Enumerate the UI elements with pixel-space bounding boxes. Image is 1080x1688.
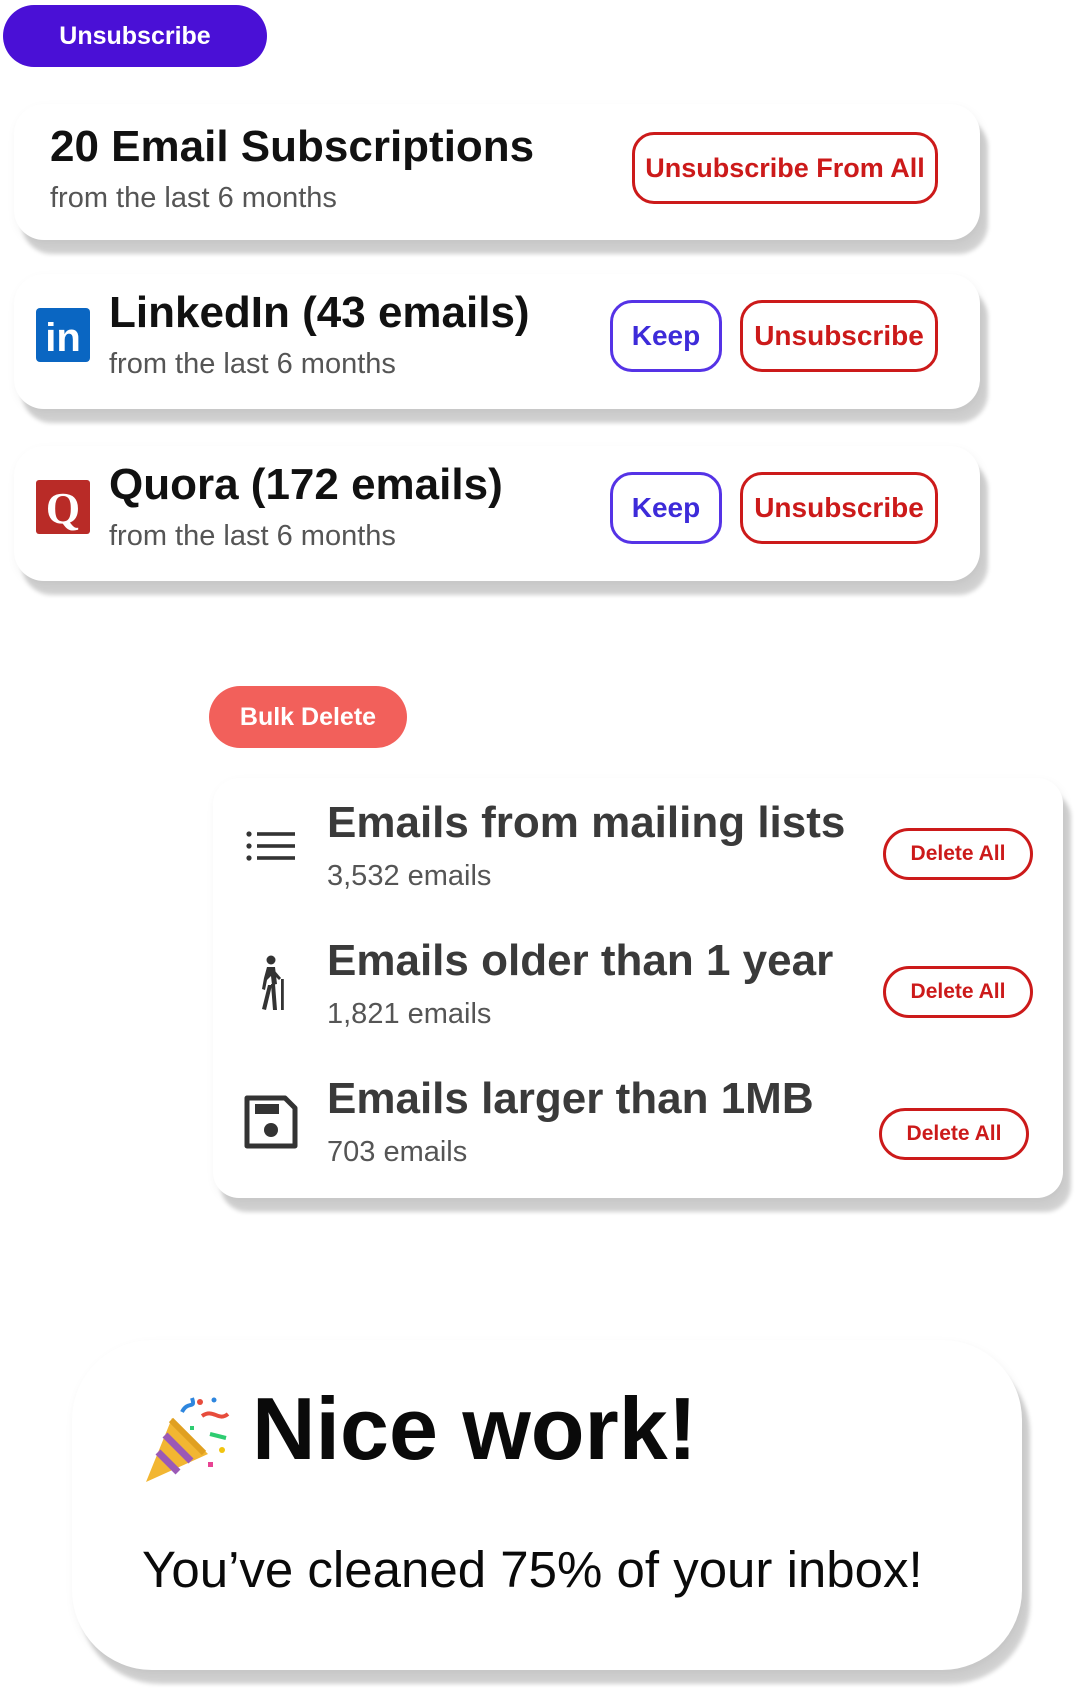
completion-message: You’ve cleaned 75% of your inbox! [142, 1541, 923, 1598]
sender-period-subtitle: from the last 6 months [109, 520, 396, 552]
sender-card-quora: Q Quora (172 emails) from the last 6 mon… [14, 446, 980, 581]
bulk-row-count: 1,821 emails [327, 998, 492, 1030]
bulk-row-title: Emails from mailing lists [327, 798, 846, 847]
bulk-row-count: 703 emails [327, 1136, 468, 1168]
elderly-person-icon [262, 955, 284, 1010]
delete-all-button[interactable]: Delete All [879, 1108, 1029, 1160]
bulk-delete-card: Emails from mailing lists 3,532 emails D… [213, 778, 1063, 1198]
bulk-row-mailing-lists: Emails from mailing lists 3,532 emails D… [213, 786, 1063, 916]
quora-logo-text: Q [46, 484, 80, 533]
bulk-row-title: Emails older than 1 year [327, 936, 834, 985]
unsubscribe-button[interactable]: Unsubscribe [740, 472, 938, 544]
save-icon [244, 1095, 298, 1149]
bulk-delete-section-pill: Bulk Delete [209, 686, 407, 748]
bulk-row-title: Emails larger than 1MB [327, 1074, 814, 1123]
bulk-row-larger-than-1mb: Emails larger than 1MB 703 emails Delete… [213, 1062, 1063, 1192]
delete-all-button[interactable]: Delete All [883, 966, 1033, 1018]
bulk-row-older-than-year: Emails older than 1 year 1,821 emails De… [213, 924, 1063, 1054]
linkedin-icon: in [36, 308, 90, 362]
completion-card: Nice work! You’ve cleaned 75% of your in… [72, 1340, 1022, 1670]
linkedin-logo-text: in [45, 316, 81, 360]
keep-button[interactable]: Keep [610, 472, 722, 544]
quora-icon: Q [36, 480, 90, 534]
party-popper-icon [146, 1397, 230, 1482]
sender-name-count: LinkedIn (43 emails) [109, 288, 530, 337]
subscriptions-count-title: 20 Email Subscriptions [50, 122, 535, 171]
unsubscribe-button[interactable]: Unsubscribe [740, 300, 938, 372]
delete-all-button[interactable]: Delete All [883, 828, 1033, 880]
sender-period-subtitle: from the last 6 months [109, 348, 396, 380]
list-icon [246, 831, 295, 861]
sender-name-count: Quora (172 emails) [109, 460, 503, 509]
bulk-row-count: 3,532 emails [327, 860, 492, 892]
unsubscribe-section-pill: Unsubscribe [3, 5, 267, 67]
subscriptions-period-subtitle: from the last 6 months [50, 182, 337, 214]
keep-button[interactable]: Keep [610, 300, 722, 372]
unsubscribe-from-all-button[interactable]: Unsubscribe From All [632, 132, 938, 204]
subscriptions-summary-card: 20 Email Subscriptions from the last 6 m… [14, 104, 980, 240]
sender-card-linkedin: in LinkedIn (43 emails) from the last 6 … [14, 274, 980, 409]
completion-title: Nice work! [252, 1379, 698, 1478]
